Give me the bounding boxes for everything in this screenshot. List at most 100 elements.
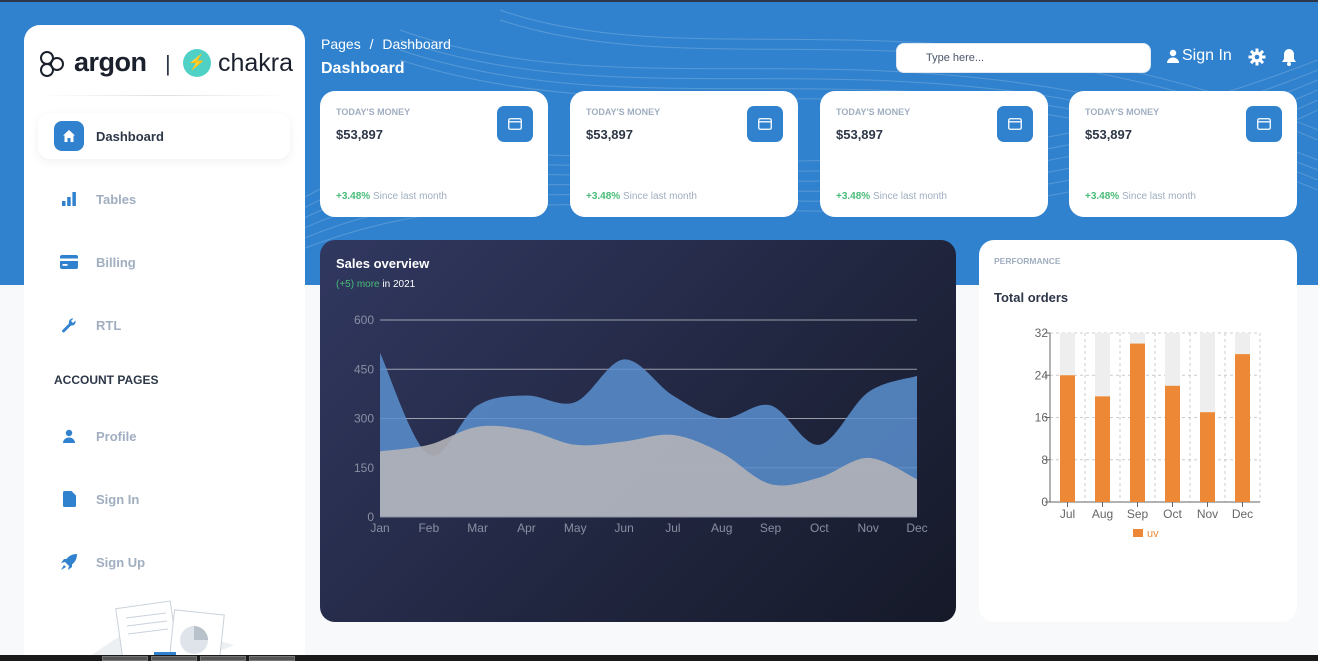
taskbar-item[interactable] (102, 656, 148, 661)
stat-percent: +3.48% (1085, 191, 1120, 202)
bar (1235, 354, 1250, 502)
y-tick-label: 0 (1041, 495, 1048, 509)
stat-title: TODAY'S MONEY (1085, 107, 1160, 117)
person-icon (1167, 49, 1179, 63)
brand-divider (40, 95, 288, 96)
x-tick-label: Sep (760, 521, 782, 535)
legend-label: uv (1147, 528, 1159, 540)
x-tick-label: Feb (418, 521, 439, 535)
bar (1095, 396, 1110, 502)
sidebar-item-label: Tables (96, 191, 137, 207)
taskbar-item[interactable] (151, 656, 197, 661)
x-tick-label: Nov (1197, 507, 1218, 521)
y-tick-label: 24 (1035, 368, 1049, 382)
document-icon (54, 484, 84, 514)
performance-card: 0 8 16 24 32 Jul Aug Sep Oct Nov Dec uv PERFORMANCE… (979, 240, 1297, 622)
stat-title: TODAY'S MONEY (586, 107, 661, 117)
taskbar-item[interactable] (249, 656, 295, 661)
x-tick-label: Aug (711, 521, 732, 535)
y-tick-label: 16 (1035, 411, 1049, 425)
breadcrumb-root[interactable]: Pages (321, 36, 361, 52)
x-tick-label: May (564, 521, 587, 535)
search-input[interactable] (896, 43, 1151, 73)
stat-since: Since last month (372, 191, 447, 202)
y-tick-label: 450 (354, 362, 374, 376)
wallet-icon (747, 106, 783, 142)
y-tick-label: 150 (354, 461, 374, 475)
stat-card: TODAY'S MONEY $53,897 +3.48% Since last … (320, 91, 548, 217)
window-top-border (0, 0, 1318, 2)
x-tick-label: Oct (1163, 507, 1182, 521)
sign-in-link[interactable]: Sign In (1166, 47, 1232, 65)
sales-subtitle: (+5) more in 2021 (336, 279, 415, 290)
sidebar-item-label: Sign In (96, 491, 140, 507)
taskbar-item[interactable] (200, 656, 246, 661)
bar-chart-icon (54, 184, 84, 214)
person-icon (54, 421, 84, 451)
breadcrumb-separator: / (369, 36, 374, 52)
sidebar: argon | ⚡ chakra Dashboard Tables Billin… (24, 25, 305, 661)
y-tick-label: 600 (354, 313, 374, 327)
credit-card-icon (54, 247, 84, 277)
x-tick-label: Jun (614, 521, 633, 535)
stat-footer: +3.48% Since last month (1085, 191, 1196, 202)
bar (1060, 375, 1075, 502)
sidebar-item-label: Profile (96, 428, 137, 444)
stat-title: TODAY'S MONEY (336, 107, 411, 117)
sales-sub-rest: in 2021 (379, 279, 416, 290)
y-tick-label: 8 (1041, 453, 1048, 467)
stat-title: TODAY'S MONEY (836, 107, 911, 117)
sidebar-item-rtl[interactable]: RTL (38, 302, 290, 348)
wrench-icon (54, 310, 84, 340)
gear-icon[interactable] (1248, 48, 1266, 66)
y-tick-label: 32 (1035, 326, 1049, 340)
sidebar-item-profile[interactable]: Profile (38, 413, 290, 459)
x-tick-label: Aug (1092, 507, 1113, 521)
sales-title: Sales overview (336, 256, 430, 271)
home-icon (54, 121, 84, 151)
x-tick-label: Jul (665, 521, 680, 535)
bar (1200, 412, 1215, 502)
x-tick-label: Apr (517, 521, 536, 535)
argon-logo-icon (40, 51, 64, 77)
sidebar-item-label: RTL (96, 317, 122, 333)
x-tick-label: Jul (1060, 507, 1075, 521)
bell-icon[interactable] (1281, 48, 1297, 66)
x-tick-label: Dec (906, 521, 927, 535)
rocket-icon (54, 547, 84, 577)
legend-swatch (1133, 529, 1143, 537)
stat-since: Since last month (622, 191, 697, 202)
x-tick-label: Dec (1232, 507, 1253, 521)
sidebar-item-label: Dashboard (96, 128, 164, 144)
stat-card: TODAY'S MONEY $53,897 +3.48% Since last … (820, 91, 1048, 217)
brand-logo[interactable]: argon | ⚡ chakra (38, 47, 298, 81)
wallet-icon (997, 106, 1033, 142)
x-tick-label: Jan (370, 521, 389, 535)
taskbar (0, 655, 1318, 661)
sidebar-item-label: Billing (96, 254, 136, 270)
stat-footer: +3.48% Since last month (836, 191, 947, 202)
stat-percent: +3.48% (336, 191, 371, 202)
page-title: Dashboard (321, 60, 405, 77)
sales-area-chart: 0150300450600Jan Feb Mar Apr May Jun Jul Aug Sep… (354, 313, 928, 535)
sidebar-item-sign-in[interactable]: Sign In (38, 476, 290, 522)
sidebar-item-tables[interactable]: Tables (38, 176, 290, 222)
brand-argon-text: argon (74, 47, 147, 77)
stat-value: $53,897 (586, 127, 633, 142)
performance-label: PERFORMANCE (994, 256, 1061, 266)
stat-percent: +3.48% (836, 191, 871, 202)
sidebar-item-sign-up[interactable]: Sign Up (38, 539, 290, 585)
stat-percent: +3.48% (586, 191, 621, 202)
stat-value: $53,897 (836, 127, 883, 142)
stat-footer: +3.48% Since last month (586, 191, 697, 202)
stat-since: Since last month (872, 191, 947, 202)
x-tick-label: Mar (467, 521, 488, 535)
stat-value: $53,897 (1085, 127, 1132, 142)
bar (1130, 343, 1145, 502)
sidebar-item-billing[interactable]: Billing (38, 239, 290, 285)
wallet-icon (497, 106, 533, 142)
documents-illustration (84, 600, 234, 661)
sidebar-item-dashboard[interactable]: Dashboard (38, 113, 290, 159)
sales-sub-green: (+5) more (336, 279, 380, 290)
brand-chakra-text: chakra (218, 49, 294, 77)
